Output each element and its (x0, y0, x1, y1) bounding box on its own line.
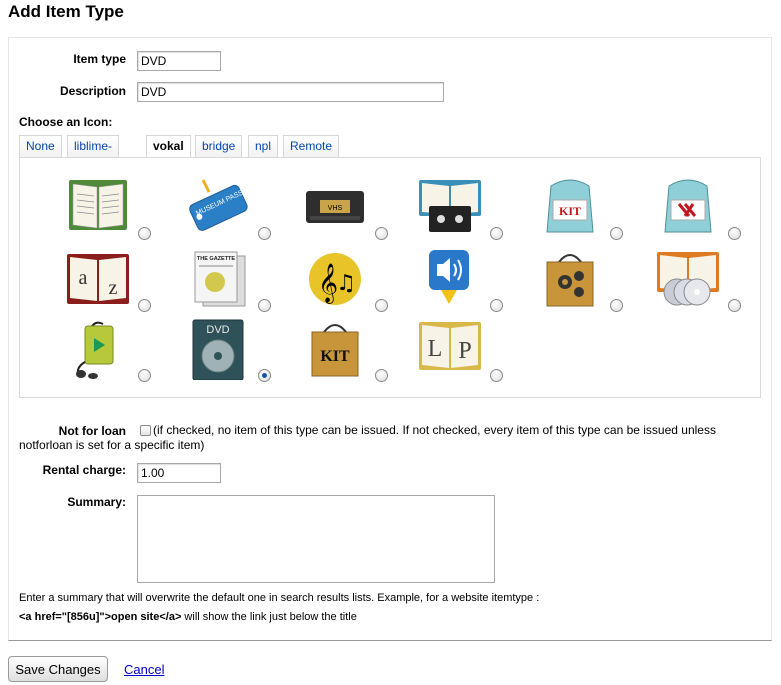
icon-panel: MUSEUM PASS VHS KIT a z THE GAZETTE 𝄞 ♫ … (19, 157, 761, 398)
book-cassette-icon (419, 180, 481, 232)
svg-text:L: L (428, 336, 443, 362)
backpack-kit-icon: KIT (546, 179, 594, 233)
svg-text:VHS: VHS (328, 205, 343, 212)
tab-npl[interactable]: npl (248, 135, 279, 157)
save-changes-button[interactable]: Save Changes (8, 656, 108, 682)
item-type-input[interactable] (137, 51, 221, 71)
gear-bag-icon (546, 254, 594, 307)
description-input[interactable] (137, 82, 444, 102)
summary-hint-example: <a href="[856u]">open site</a> will show… (19, 611, 357, 623)
svg-text:THE GAZETTE: THE GAZETTE (197, 256, 236, 262)
summary-hint: Enter a summary that will overwrite the … (19, 592, 540, 604)
audio-download-icon (429, 250, 469, 304)
icon-radio[interactable] (490, 299, 503, 312)
svg-text:P: P (458, 338, 471, 364)
tab-none[interactable]: None (19, 135, 62, 157)
vhs-tape-icon: VHS (306, 191, 364, 223)
summary-textarea[interactable] (137, 495, 495, 583)
icon-option (537, 248, 627, 318)
icon-radio[interactable] (375, 227, 388, 240)
svg-text:♫: ♫ (336, 271, 356, 296)
tab-liblime-kids[interactable]: liblime-kids (67, 135, 120, 173)
icon-option: MUSEUM PASS (185, 176, 275, 246)
svg-text:DVD: DVD (206, 324, 229, 336)
not-for-loan-note: (if checked, no item of this type can be… (19, 423, 716, 452)
icon-radio[interactable] (728, 227, 741, 240)
backpack-tools-icon (664, 179, 712, 233)
summary-hint-suffix: will show the link just below the title (181, 611, 357, 623)
icon-option (655, 176, 745, 246)
museum-pass-icon: MUSEUM PASS (189, 179, 248, 231)
icon-option (417, 248, 507, 318)
icon-radio[interactable] (375, 369, 388, 382)
music-notes-icon: 𝄞 ♫ (309, 253, 361, 305)
icon-option: KIT (537, 176, 627, 246)
description-label: Description (59, 84, 126, 98)
svg-text:KIT: KIT (559, 204, 581, 218)
summary-label: Summary: (67, 495, 126, 509)
svg-text:z: z (109, 277, 118, 299)
icon-option (65, 318, 155, 388)
large-print-book-icon: L P (419, 322, 481, 370)
icon-radio[interactable] (728, 299, 741, 312)
dvd-case-icon: DVD (192, 319, 244, 380)
svg-text:KIT: KIT (320, 348, 350, 365)
icon-option: KIT (302, 318, 392, 388)
rental-charge-label: Rental charge: (42, 463, 126, 477)
svg-text:𝄞: 𝄞 (318, 263, 338, 304)
icon-radio[interactable] (138, 299, 151, 312)
icon-radio[interactable] (610, 299, 623, 312)
newspaper-icon: THE GAZETTE (194, 251, 246, 307)
icon-radio[interactable] (375, 299, 388, 312)
icon-option (65, 176, 155, 246)
a-z-book-icon: a z (67, 254, 129, 304)
summary-hint-code: <a href="[856u]">open site</a> (19, 611, 182, 623)
rental-charge-input[interactable] (137, 463, 221, 483)
tab-vokal[interactable]: vokal (146, 135, 191, 158)
book-cds-icon (657, 252, 719, 306)
icon-option: a z (65, 248, 155, 318)
choose-icon-label: Choose an Icon: (19, 115, 113, 129)
audio-player-icon (76, 321, 114, 379)
icon-radio-selected[interactable] (258, 369, 271, 382)
icon-radio[interactable] (138, 227, 151, 240)
icon-radio[interactable] (610, 227, 623, 240)
page-title: Add Item Type (8, 2, 124, 21)
kit-bag-icon: KIT (311, 324, 359, 377)
item-type-label: Item type (73, 52, 126, 66)
icon-radio[interactable] (490, 227, 503, 240)
icon-radio[interactable] (258, 299, 271, 312)
icon-radio[interactable] (258, 227, 271, 240)
icon-option (655, 248, 745, 318)
svg-text:a: a (79, 267, 88, 289)
icon-option: L P (417, 318, 507, 388)
cancel-link[interactable]: Cancel (124, 662, 164, 677)
icon-radio[interactable] (138, 369, 151, 382)
icon-option: VHS (302, 176, 392, 246)
icon-option: 𝄞 ♫ (302, 248, 392, 318)
tab-remote-image[interactable]: Remote Image (283, 135, 340, 173)
icon-option (417, 176, 507, 246)
icon-radio[interactable] (490, 369, 503, 382)
book-icon (69, 180, 127, 230)
icon-option: THE GAZETTE (185, 248, 275, 318)
tab-bridge[interactable]: bridge (195, 135, 243, 157)
icon-option: DVD (185, 318, 275, 388)
